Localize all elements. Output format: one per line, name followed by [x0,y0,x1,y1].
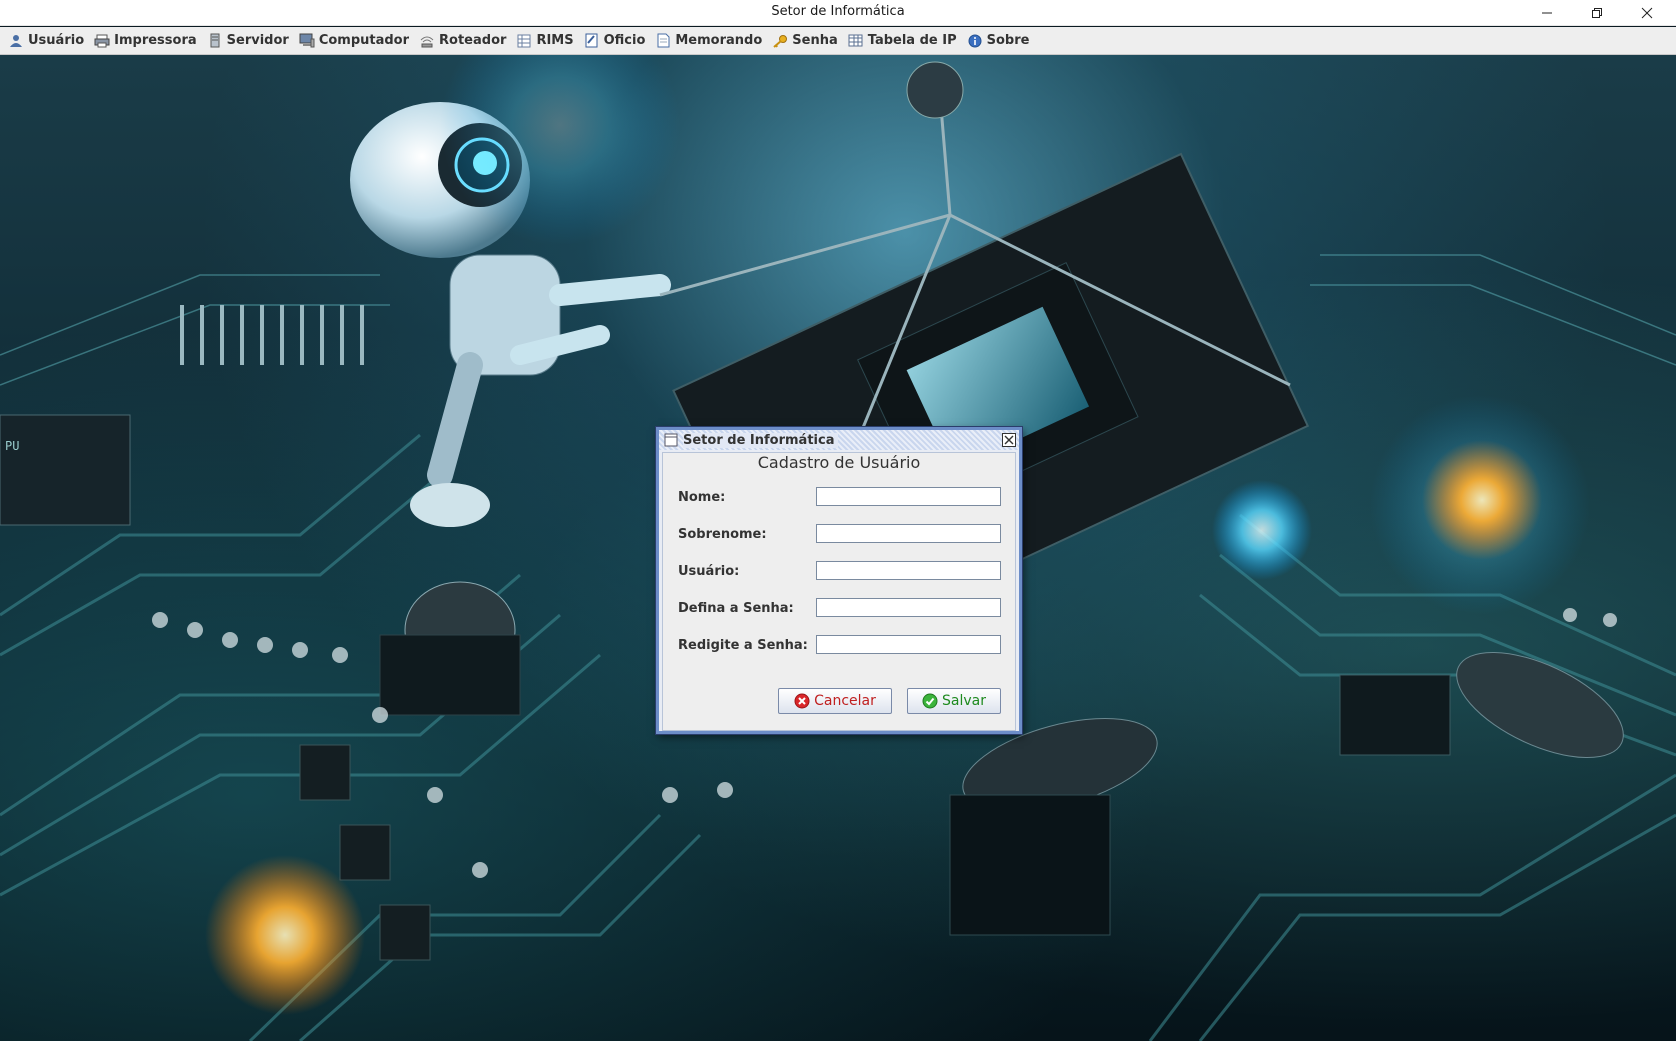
menu-sobre[interactable]: Sobre [963,29,1036,53]
close-button[interactable] [1624,0,1670,26]
menu-sobre-label: Sobre [986,33,1030,48]
server-icon [207,33,223,49]
close-icon [1641,7,1653,19]
menu-servidor-label: Servidor [226,33,289,48]
menu-rims[interactable]: RIMS [512,29,579,53]
form-heading: Cadastro de Usuário [757,453,921,472]
menu-bar: Usuário Impressora Servidor Computador R… [0,27,1676,55]
sobrenome-label: Sobrenome: [678,527,767,542]
redigite-senha-label: Redigite a Senha: [678,638,808,653]
cancel-icon [794,693,810,709]
cadastro-usuario-dialog: Setor de Informática Cadastro de Usuário… [656,427,1022,734]
menu-impressora[interactable]: Impressora [90,29,203,53]
dialog-close-button[interactable] [1001,432,1016,447]
document-edit-icon [584,33,600,49]
menu-senha-label: Senha [792,33,838,48]
minimize-button[interactable] [1524,0,1570,26]
menu-roteador[interactable]: Roteador [415,29,512,53]
menu-usuario[interactable]: Usuário [4,29,90,53]
key-icon [772,33,788,49]
form-row-senha: Defina a Senha: [678,597,1008,619]
close-icon [1001,432,1016,447]
form-row-sobrenome: Sobrenome: [678,523,1008,545]
menu-computador-label: Computador [318,33,410,48]
svg-text:PU: PU [5,439,19,453]
maximize-button[interactable] [1574,0,1620,26]
nome-label: Nome: [678,490,726,505]
save-button-label: Salvar [942,693,986,709]
nome-input[interactable] [816,487,1001,506]
menu-servidor[interactable]: Servidor [203,29,295,53]
printer-icon [94,33,110,49]
table-grid-icon [848,33,864,49]
dialog-titlebar[interactable]: Setor de Informática [659,430,1019,450]
cancel-button[interactable]: Cancelar [778,688,892,714]
cancel-button-label: Cancelar [814,693,876,709]
menu-roteador-label: Roteador [439,33,507,48]
redigite-senha-input[interactable] [816,635,1001,654]
senha-label: Defina a Senha: [678,601,794,616]
menu-oficio[interactable]: Oficio [580,29,652,53]
window-title: Setor de Informática [771,4,905,19]
usuario-input[interactable] [816,561,1001,580]
table-icon [516,33,532,49]
form-row-usuario: Usuário: [678,560,1008,582]
form-row-redigite-senha: Redigite a Senha: [678,634,1008,656]
router-icon [419,33,435,49]
menu-tabela-de-ip[interactable]: Tabela de IP [844,29,963,53]
form-row-nome: Nome: [678,486,1008,508]
menu-senha[interactable]: Senha [768,29,843,53]
dialog-title: Setor de Informática [683,432,839,448]
menu-memorando-label: Memorando [675,33,763,48]
menu-tabela-de-ip-label: Tabela de IP [867,33,957,48]
menu-rims-label: RIMS [536,33,574,48]
usuario-label: Usuário: [678,564,740,579]
dialog-body: Cadastro de Usuário Nome: Sobrenome: Usu… [662,452,1016,731]
senha-input[interactable] [816,598,1001,617]
menu-usuario-label: Usuário [28,33,85,48]
save-button[interactable]: Salvar [907,688,1001,714]
computer-icon [299,33,315,49]
document-icon [655,33,671,49]
menu-impressora-label: Impressora [114,33,197,48]
sobrenome-input[interactable] [816,524,1001,543]
check-icon [922,693,938,709]
window-icon [663,432,679,448]
menu-memorando[interactable]: Memorando [651,29,768,53]
window-titlebar: Setor de Informática [0,0,1676,26]
menu-oficio-label: Oficio [603,33,646,48]
info-icon [967,33,983,49]
restore-icon [1592,8,1602,18]
minimize-icon [1542,12,1552,14]
user-icon [8,33,24,49]
menu-computador[interactable]: Computador [295,29,415,53]
